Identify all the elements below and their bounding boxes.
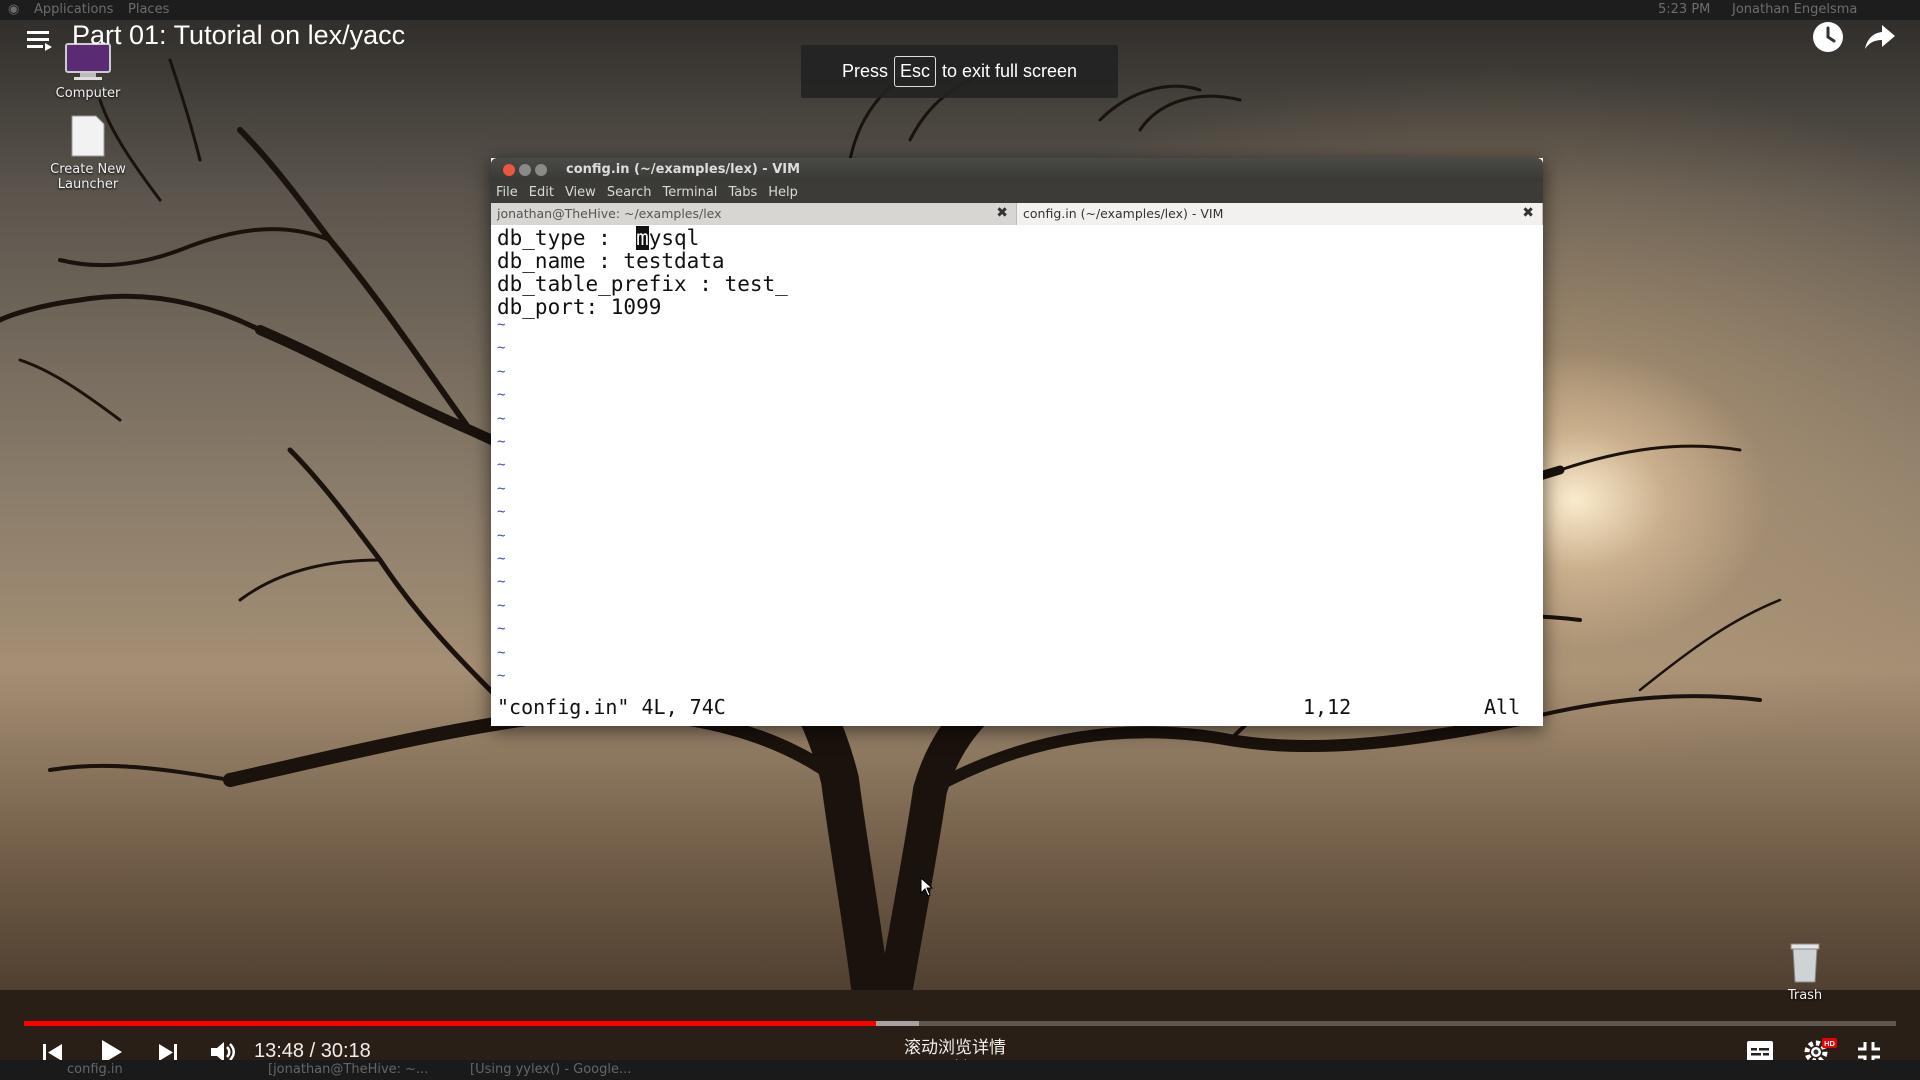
vim-tilde: ~ — [497, 621, 506, 638]
document-icon — [71, 115, 105, 157]
esc-suffix: to exit full screen — [941, 61, 1078, 81]
esc-prefix: Press — [841, 61, 888, 81]
vim-tilde: ~ — [497, 668, 506, 684]
vim-tilde: ~ — [497, 480, 506, 497]
taskbar-item-terminal: [jonathan@TheHive: ~... — [268, 1062, 429, 1077]
vim-line-2: db_name : testdata — [497, 249, 725, 273]
vim-status-file: "config.in" 4L, 74C — [497, 695, 726, 719]
desktop-icon-trash[interactable]: Trash — [1750, 940, 1860, 1003]
vim-tilde: ~ — [497, 317, 506, 333]
vim-tilde: ~ — [497, 597, 506, 614]
tab-vim-label: config.in (~/examples/lex) - VIM — [1023, 206, 1224, 221]
scroll-for-details[interactable]: 滚动浏览详情 — [904, 1033, 1006, 1067]
desktop-icon-trash-label: Trash — [1787, 988, 1823, 1003]
menu-tabs[interactable]: Tabs — [728, 185, 757, 200]
maximize-window-icon[interactable] — [535, 164, 547, 176]
desktop-icon-launcher-label: Create New Launcher — [50, 162, 126, 192]
vim-tilde: ~ — [497, 457, 506, 474]
window-titlebar[interactable]: config.in (~/examples/lex) - VIM — [491, 158, 1543, 182]
menu-search[interactable]: Search — [607, 185, 652, 200]
window-title: config.in (~/examples/lex) - VIM — [566, 162, 801, 177]
vim-tilde: ~ — [497, 527, 506, 544]
share-icon[interactable] — [1864, 23, 1896, 51]
playlist-menu-icon[interactable] — [27, 28, 53, 52]
vim-line-4: db_port: 1099 — [497, 295, 662, 319]
mouse-pointer-icon — [920, 877, 934, 897]
tab-shell[interactable]: jonathan@TheHive: ~/examples/lex ✖ — [491, 203, 1017, 225]
vim-editor[interactable]: db_type : mysql db_name : testdata db_ta… — [491, 225, 1543, 726]
vim-tilde: ~ — [497, 363, 506, 380]
vim-tilde: ~ — [497, 574, 506, 591]
menu-help[interactable]: Help — [768, 185, 798, 200]
vim-line-3: db_table_prefix : test_ — [497, 272, 788, 296]
tab-shell-label: jonathan@TheHive: ~/examples/lex — [497, 206, 722, 221]
terminal-tabs: jonathan@TheHive: ~/examples/lex ✖ confi… — [491, 203, 1543, 225]
exit-fullscreen-toast: Press Esc to exit full screen — [801, 45, 1118, 98]
close-window-icon[interactable] — [503, 164, 515, 176]
vim-tilde: ~ — [497, 644, 506, 661]
esc-key: Esc — [893, 56, 936, 87]
subtitles-icon[interactable] — [1746, 1040, 1774, 1062]
window-menubar: File Edit View Search Terminal Tabs Help — [491, 182, 1543, 203]
gnome-bottom-panel: config.in [jonathan@TheHive: ~... [Using… — [0, 1060, 1920, 1080]
vim-status-position: 1,12 — [1303, 695, 1352, 719]
close-tab-icon[interactable]: ✖ — [1522, 205, 1534, 221]
taskbar-item-config: config.in — [67, 1062, 123, 1077]
tab-vim[interactable]: config.in (~/examples/lex) - VIM ✖ — [1017, 203, 1543, 225]
vim-status-scroll: All — [1484, 695, 1521, 719]
menu-file[interactable]: File — [496, 185, 518, 200]
minimize-window-icon[interactable] — [519, 164, 531, 176]
trash-icon — [1790, 943, 1820, 983]
vim-tilde: ~ — [497, 504, 506, 521]
desktop-icon-create-launcher[interactable]: Create New Launcher — [33, 114, 143, 192]
vim-tilde: ~ — [497, 340, 506, 357]
vim-tilde: ~ — [497, 410, 506, 427]
terminal-window: config.in (~/examples/lex) - VIM File Ed… — [491, 158, 1543, 726]
desktop-icon-computer-label: Computer — [55, 86, 121, 101]
taskbar-item-browser: [Using yylex() - Google... — [470, 1062, 632, 1077]
progress-played — [24, 1021, 876, 1026]
video-title[interactable]: Part 01: Tutorial on lex/yacc — [72, 20, 405, 51]
vim-tilde: ~ — [497, 551, 506, 567]
vim-tilde: ~ — [497, 434, 506, 450]
video-progress-bar[interactable] — [24, 1021, 1896, 1026]
svg-text:HD: HD — [1824, 1039, 1835, 1048]
menu-terminal[interactable]: Terminal — [662, 185, 717, 200]
vim-tilde: ~ — [497, 387, 506, 404]
close-tab-icon[interactable]: ✖ — [996, 205, 1008, 221]
scroll-hint-label: 滚动浏览详情 — [904, 1038, 1006, 1058]
vim-cursor: m — [636, 226, 649, 250]
vim-line-1: db_type : mysql — [497, 226, 700, 250]
menu-view[interactable]: View — [565, 185, 596, 200]
menu-edit[interactable]: Edit — [529, 185, 554, 200]
watch-later-icon[interactable] — [1812, 21, 1844, 53]
